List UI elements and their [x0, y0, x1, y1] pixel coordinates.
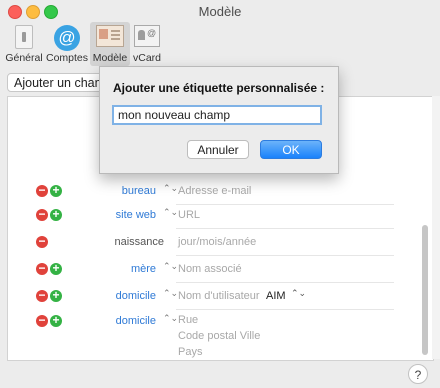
tab-vcard[interactable]: vCard: [131, 22, 163, 66]
address-country-placeholder: Pays: [178, 346, 203, 358]
add-field-icon[interactable]: +: [50, 184, 62, 197]
ok-button[interactable]: OK: [260, 140, 322, 159]
help-button[interactable]: ?: [408, 364, 428, 384]
window-edge: [432, 96, 440, 359]
general-icon: [15, 25, 33, 49]
cancel-button[interactable]: Annuler: [187, 140, 249, 159]
field-label-popup[interactable]: domicile: [116, 290, 156, 302]
field-row-address: − + domicile ⌃⌄ Rue Code postal Ville Pa…: [8, 309, 400, 360]
chevron-updown-icon[interactable]: ⌃⌄: [163, 314, 178, 323]
field-label: naissance: [114, 236, 164, 248]
remove-field-icon[interactable]: −: [36, 314, 48, 327]
tab-general[interactable]: Général: [4, 22, 44, 66]
custom-label-input[interactable]: mon nouveau champ: [112, 105, 322, 125]
tab-vcard-label: vCard: [132, 52, 161, 64]
vertical-scrollbar[interactable]: [422, 225, 428, 355]
template-icon: [96, 25, 124, 47]
remove-field-icon[interactable]: −: [36, 184, 48, 197]
add-field-icon[interactable]: +: [50, 262, 62, 275]
add-field-icon[interactable]: +: [50, 289, 62, 302]
custom-label-sheet: Ajouter une étiquette personnalisée : mo…: [99, 66, 339, 174]
chevron-updown-icon[interactable]: ⌃⌄: [163, 208, 178, 217]
field-row-email: − + bureau ⌃⌄ Adresse e-mail: [8, 179, 400, 205]
address-city-placeholder: Code postal Ville: [178, 330, 261, 342]
tab-comptes[interactable]: @ Comptes: [44, 22, 90, 66]
preferences-toolbar: Général @ Comptes Modèle vCard: [0, 22, 440, 66]
sheet-title: Ajouter une étiquette personnalisée :: [113, 81, 325, 95]
remove-field-icon[interactable]: −: [36, 289, 48, 302]
field-row-instant-message: − + domicile ⌃⌄ Nom d'utilisateur AIM ⌃⌄: [8, 284, 400, 310]
chevron-updown-icon[interactable]: ⌃⌄: [163, 184, 178, 193]
add-field-icon[interactable]: +: [50, 208, 62, 221]
chevron-updown-icon[interactable]: ⌃⌄: [291, 289, 306, 298]
field-label-popup[interactable]: site web: [116, 209, 156, 221]
add-field-icon[interactable]: +: [50, 314, 62, 327]
remove-field-icon[interactable]: −: [36, 235, 48, 248]
field-placeholder: Nom associé: [178, 263, 242, 275]
field-row-url: − + site web ⌃⌄ URL: [8, 203, 400, 229]
chevron-updown-icon[interactable]: ⌃⌄: [163, 289, 178, 298]
field-placeholder: Nom d'utilisateur: [178, 290, 260, 302]
add-field-popup-button[interactable]: Ajouter un champ: [7, 73, 111, 92]
field-placeholder: URL: [178, 209, 201, 221]
im-service-popup[interactable]: AIM: [266, 290, 286, 302]
contacts-preferences-window: Modèle Général @ Comptes Modèle vCard Aj…: [0, 0, 440, 388]
field-placeholder: Adresse e-mail: [178, 185, 252, 197]
field-placeholder: jour/mois/année: [178, 236, 257, 248]
field-label-popup[interactable]: bureau: [122, 185, 156, 197]
address-street-placeholder: Rue: [178, 314, 199, 326]
field-row-birthday: − naissance jour/mois/année: [8, 230, 400, 256]
tab-modele-label: Modèle: [92, 52, 128, 64]
tab-comptes-label: Comptes: [45, 52, 88, 64]
vcard-icon: [134, 25, 160, 47]
tab-modele[interactable]: Modèle: [90, 22, 130, 66]
field-label-popup[interactable]: domicile: [116, 315, 156, 327]
at-icon: @: [54, 25, 80, 51]
remove-field-icon[interactable]: −: [36, 262, 48, 275]
chevron-updown-icon[interactable]: ⌃⌄: [163, 262, 178, 271]
field-label-popup[interactable]: mère: [131, 263, 156, 275]
window-title: Modèle: [198, 4, 242, 19]
remove-field-icon[interactable]: −: [36, 208, 48, 221]
field-row-related-name: − + mère ⌃⌄ Nom associé: [8, 257, 400, 283]
tab-general-label: Général: [5, 52, 43, 64]
title-bar: Modèle: [0, 0, 440, 22]
